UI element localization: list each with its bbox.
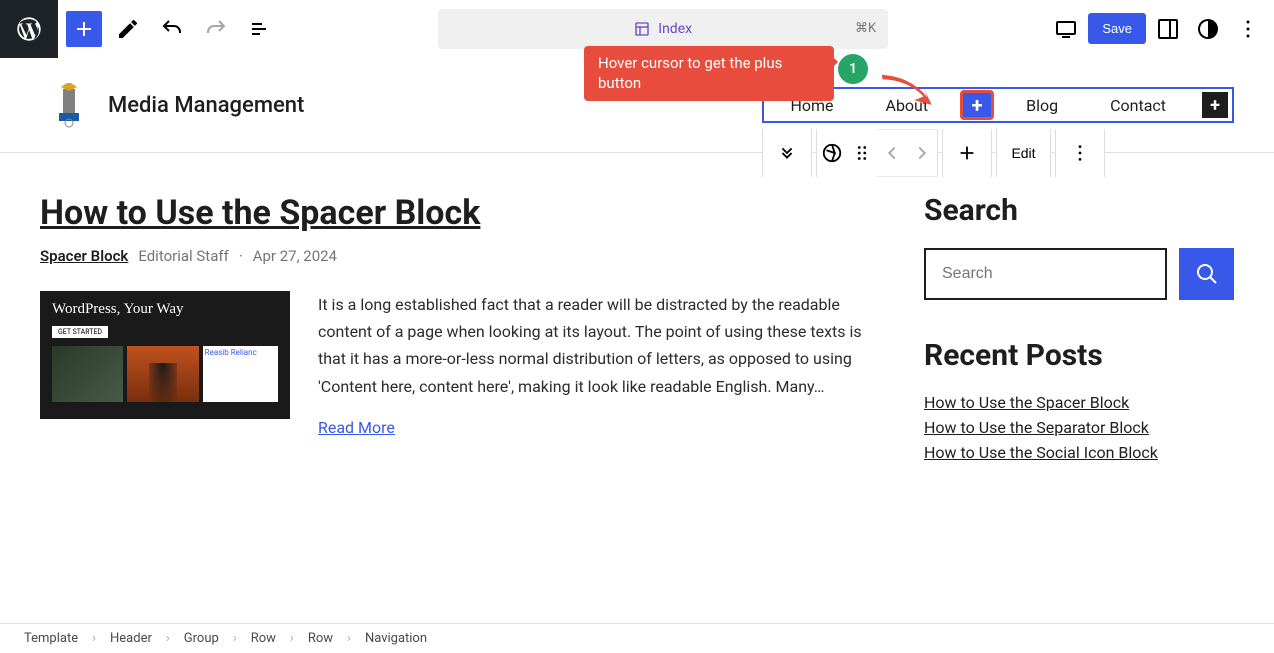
- thumb-cta: GET STARTED: [52, 326, 108, 338]
- edit-button[interactable]: Edit: [997, 129, 1049, 177]
- command-shortcut: ⌘K: [855, 21, 876, 36]
- site-brand: Media Management: [40, 76, 304, 134]
- meta-separator: ·: [239, 247, 243, 265]
- block-toolbar: Edit: [762, 129, 1104, 177]
- chevron-right-icon: ›: [233, 631, 237, 646]
- tutorial-annotation: Hover cursor to get the plus button 1: [584, 46, 834, 101]
- post-excerpt: It is a long established fact that a rea…: [318, 291, 864, 400]
- breadcrumb-item[interactable]: Navigation: [365, 631, 427, 646]
- recent-posts-list: How to Use the Spacer Block How to Use t…: [924, 393, 1234, 462]
- document-title-bar[interactable]: Index ⌘K: [438, 9, 888, 49]
- annotation-text: Hover cursor to get the plus button: [598, 54, 782, 92]
- view-button[interactable]: [1048, 11, 1084, 47]
- tools-button[interactable]: [110, 11, 146, 47]
- recent-post-link[interactable]: How to Use the Spacer Block: [924, 393, 1129, 412]
- post-thumbnail[interactable]: WordPress, Your Way GET STARTED Reasib R…: [40, 291, 290, 419]
- thumb-title: WordPress, Your Way: [40, 291, 290, 322]
- search-input[interactable]: [924, 248, 1167, 300]
- post-title[interactable]: How to Use the Spacer Block: [40, 193, 864, 233]
- thumb-tile: [52, 346, 123, 402]
- nav-item-blog[interactable]: Blog: [1000, 89, 1084, 121]
- recent-posts-heading: Recent Posts: [924, 338, 1234, 373]
- move-left-button[interactable]: [877, 129, 907, 177]
- navigation-icon[interactable]: [817, 129, 847, 177]
- block-type-icon[interactable]: [763, 129, 811, 177]
- page-content: How to Use the Spacer Block Spacer Block…: [0, 153, 1274, 540]
- breadcrumb-item[interactable]: Header: [110, 631, 152, 646]
- site-logo[interactable]: [40, 76, 98, 134]
- nav-item-contact[interactable]: Contact: [1084, 89, 1192, 121]
- add-block-button[interactable]: [943, 129, 991, 177]
- nav-add-item-button[interactable]: +: [960, 90, 994, 120]
- chevron-right-icon: ›: [290, 631, 294, 646]
- post-author: Editorial Staff: [138, 247, 228, 265]
- chevron-right-icon: ›: [166, 631, 170, 646]
- drag-handle-icon[interactable]: [847, 129, 877, 177]
- chevron-right-icon: ›: [347, 631, 351, 646]
- block-breadcrumb: Template › Header › Group › Row › Row › Navig…: [0, 623, 1274, 653]
- post-meta: Spacer Block Editorial Staff · Apr 27, 2…: [40, 247, 864, 265]
- breadcrumb-item[interactable]: Row: [308, 631, 333, 646]
- sidebar: Search Recent Posts How to Use the Space…: [924, 193, 1234, 500]
- post-category[interactable]: Spacer Block: [40, 247, 128, 265]
- list-view-button[interactable]: [242, 11, 278, 47]
- thumb-tile: Reasib Relianc: [203, 346, 278, 402]
- template-icon: [634, 21, 650, 37]
- breadcrumb-item[interactable]: Row: [251, 631, 276, 646]
- chevron-right-icon: ›: [92, 631, 96, 646]
- site-title[interactable]: Media Management: [108, 93, 304, 118]
- search-icon: [1195, 262, 1219, 286]
- styles-button[interactable]: [1190, 11, 1226, 47]
- recent-post-link[interactable]: How to Use the Social Icon Block: [924, 443, 1158, 462]
- block-options-button[interactable]: [1056, 129, 1104, 177]
- search-button[interactable]: [1179, 248, 1234, 300]
- main-column: How to Use the Spacer Block Spacer Block…: [40, 193, 864, 500]
- undo-button[interactable]: [154, 11, 190, 47]
- wordpress-logo[interactable]: [0, 0, 58, 58]
- document-title: Index: [658, 21, 692, 37]
- recent-post-link[interactable]: How to Use the Separator Block: [924, 418, 1149, 437]
- thumb-tile: [127, 346, 198, 402]
- move-right-button[interactable]: [907, 129, 937, 177]
- block-inserter-button[interactable]: [66, 11, 102, 47]
- settings-panel-button[interactable]: [1150, 11, 1186, 47]
- breadcrumb-item[interactable]: Group: [184, 631, 219, 646]
- nav-append-button[interactable]: +: [1202, 92, 1228, 118]
- options-button[interactable]: [1230, 11, 1266, 47]
- search-heading: Search: [924, 193, 1234, 228]
- post-date: Apr 27, 2024: [253, 247, 337, 265]
- annotation-step-badge: 1: [838, 54, 868, 84]
- redo-button[interactable]: [198, 11, 234, 47]
- read-more-link[interactable]: Read More: [318, 418, 395, 437]
- breadcrumb-item[interactable]: Template: [24, 631, 78, 646]
- save-button[interactable]: Save: [1088, 13, 1146, 44]
